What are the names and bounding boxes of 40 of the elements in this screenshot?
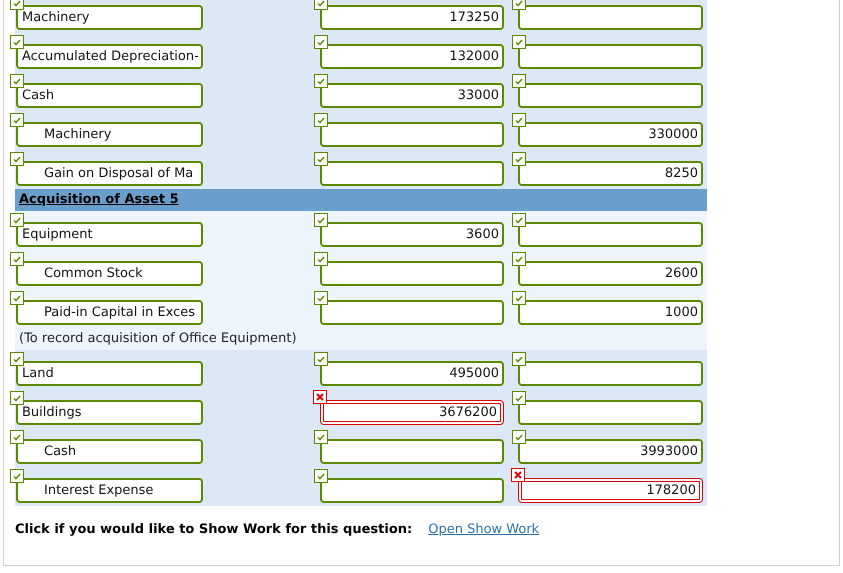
open-show-work-link[interactable]: Open Show Work <box>428 520 540 540</box>
answer-field[interactable] <box>518 222 703 247</box>
answer-field[interactable] <box>518 83 703 108</box>
answer-field[interactable]: Cash <box>16 439 203 464</box>
answer-field[interactable] <box>518 44 703 69</box>
answer-field[interactable]: Interest Expense <box>16 478 203 503</box>
answer-field[interactable]: 330000 <box>518 122 703 147</box>
answer-field[interactable]: Accumulated Depreciation- <box>16 44 203 69</box>
answer-field[interactable]: 33000 <box>320 83 504 108</box>
answer-field[interactable] <box>518 361 703 386</box>
answer-field[interactable] <box>320 261 504 286</box>
answer-field[interactable]: 8250 <box>518 161 703 186</box>
answer-field[interactable]: Cash <box>16 83 203 108</box>
note-text: (To record acquisition of Office Equipment) <box>19 330 297 348</box>
answer-field[interactable]: 173250 <box>320 5 504 30</box>
answer-field[interactable]: 3676200 <box>320 400 504 425</box>
answer-field[interactable]: 178200 <box>518 478 703 503</box>
answer-field[interactable] <box>320 161 504 186</box>
answer-field[interactable] <box>518 400 703 425</box>
answer-field[interactable]: Common Stock <box>16 261 203 286</box>
answer-field[interactable]: Land <box>16 361 203 386</box>
answer-field[interactable] <box>320 439 504 464</box>
answer-field[interactable]: 3600 <box>320 222 504 247</box>
answer-field[interactable]: Machinery <box>16 5 203 30</box>
answer-field[interactable]: 495000 <box>320 361 504 386</box>
answer-field[interactable]: Buildings <box>16 400 203 425</box>
answer-field[interactable]: Equipment <box>16 222 203 247</box>
answer-field[interactable] <box>320 478 504 503</box>
answer-field[interactable] <box>320 300 504 325</box>
answer-field[interactable]: Paid-in Capital in Exces <box>16 300 203 325</box>
answer-field[interactable]: 132000 <box>320 44 504 69</box>
answer-field[interactable]: Machinery <box>16 122 203 147</box>
answer-field[interactable]: 2600 <box>518 261 703 286</box>
section-title: Acquisition of Asset 5 <box>19 191 179 210</box>
answer-field[interactable] <box>320 122 504 147</box>
answer-field[interactable]: 1000 <box>518 300 703 325</box>
answer-field[interactable]: Gain on Disposal of Ma <box>16 161 203 186</box>
show-work-prompt: Click if you would like to Show Work for this question: <box>15 521 412 539</box>
answer-field[interactable]: 3993000 <box>518 439 703 464</box>
answer-field[interactable] <box>518 5 703 30</box>
